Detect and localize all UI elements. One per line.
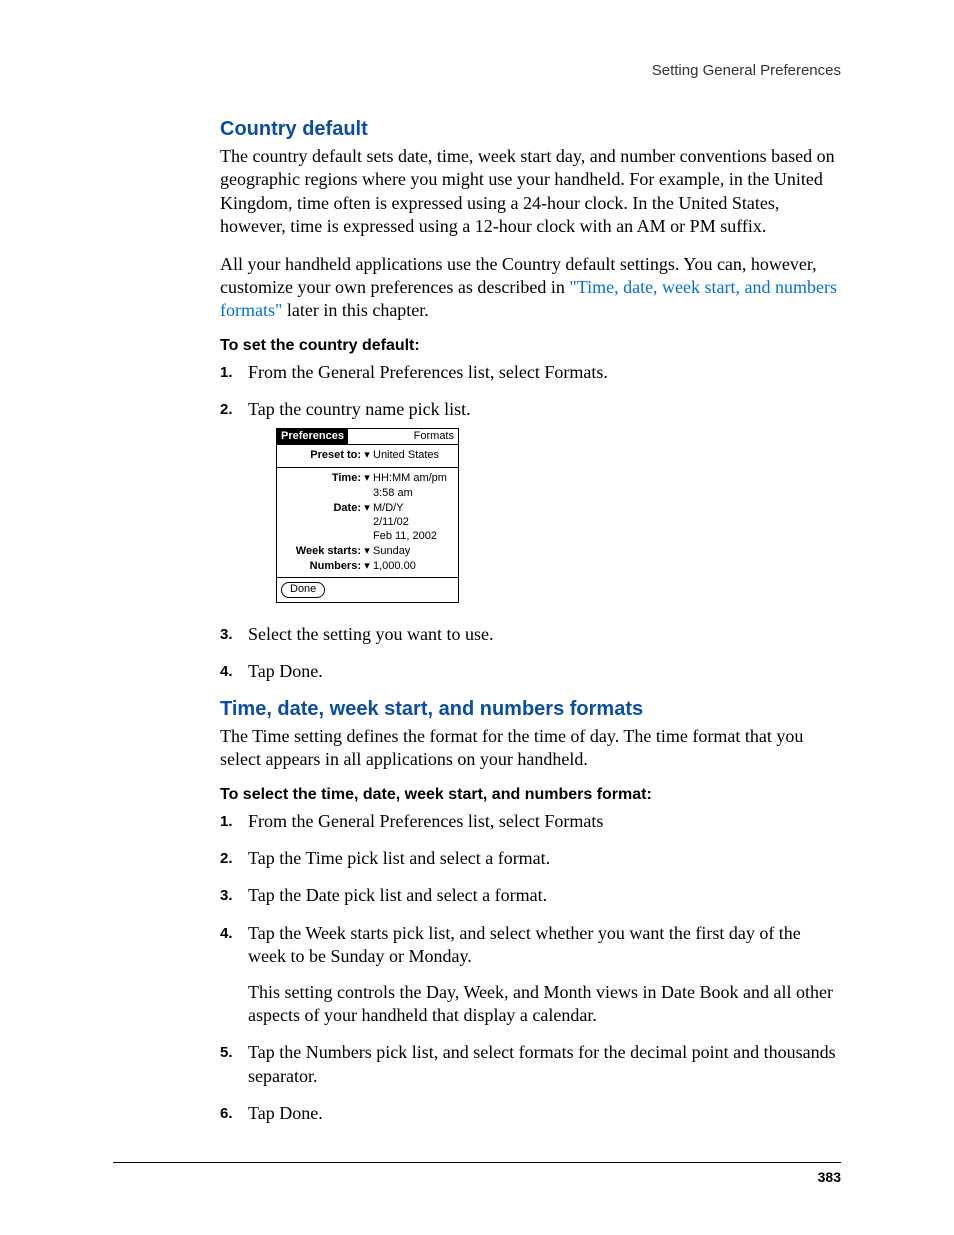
palm-screenshot: Preferences Formats Preset to: ▾ United … (276, 428, 459, 604)
palm-corner-label: Formats (410, 429, 458, 445)
step-number: 1. (220, 363, 233, 383)
body-text-fragment: later in this chapter. (282, 300, 428, 320)
palm-title-text: Preferences (277, 429, 348, 445)
content: Country default The country default sets… (220, 118, 841, 1125)
step-text: Select the setting you want to use. (248, 624, 493, 644)
numbers-value: 1,000.00 (373, 560, 454, 574)
step-item: 4. Tap Done. (220, 660, 841, 683)
page-number: 383 (818, 1169, 841, 1185)
step-text: Tap Done. (248, 661, 323, 681)
step-number: 4. (220, 662, 233, 682)
step-number: 2. (220, 849, 233, 869)
procedure-steps: 1. From the General Preferences list, se… (220, 361, 841, 684)
time-sample: 3:58 am (373, 487, 454, 501)
body-text: The Time setting defines the format for … (220, 725, 841, 772)
preset-value: United States (373, 449, 454, 463)
step-item: 3. Select the setting you want to use. (220, 623, 841, 646)
step-number: 1. (220, 812, 233, 832)
heading-country-default: Country default (220, 118, 841, 141)
running-header: Setting General Preferences (652, 62, 841, 79)
heading-formats: Time, date, week start, and numbers form… (220, 698, 841, 721)
palm-footer: Done (277, 578, 458, 602)
step-item: 6. Tap Done. (220, 1102, 841, 1125)
body-text: The country default sets date, time, wee… (220, 145, 841, 239)
step-item: 5. Tap the Numbers pick list, and select… (220, 1041, 841, 1088)
procedure-steps: 1. From the General Preferences list, se… (220, 810, 841, 1126)
palm-body-top: Preset to: ▾ United States (277, 444, 458, 467)
step-number: 4. (220, 924, 233, 944)
step-number: 3. (220, 625, 233, 645)
step-subtext: This setting controls the Day, Week, and… (248, 981, 841, 1028)
weekstarts-value: Sunday (373, 545, 454, 559)
done-button: Done (281, 582, 325, 598)
step-item: 1. From the General Preferences list, se… (220, 361, 841, 384)
date-value: M/D/Y (373, 502, 454, 516)
step-text: Tap the Time pick list and select a form… (248, 848, 550, 868)
palm-titlebar: Preferences Formats (277, 429, 458, 445)
step-text: Tap the Date pick list and select a form… (248, 885, 547, 905)
step-item: 2. Tap the country name pick list. Prefe… (220, 398, 841, 603)
date-label: Date: (281, 502, 361, 516)
step-text: Tap the country name pick list. (248, 399, 471, 419)
step-item: 4. Tap the Week starts pick list, and se… (220, 922, 841, 1028)
step-number: 6. (220, 1104, 233, 1124)
step-text: From the General Preferences list, selec… (248, 362, 608, 382)
step-number: 3. (220, 886, 233, 906)
dropdown-arrow-icon: ▾ (361, 472, 373, 486)
procedure-title: To select the time, date, week start, an… (220, 786, 841, 804)
step-item: 3. Tap the Date pick list and select a f… (220, 884, 841, 907)
step-text: From the General Preferences list, selec… (248, 811, 603, 831)
page: Setting General Preferences Country defa… (0, 0, 954, 1235)
step-item: 2. Tap the Time pick list and select a f… (220, 847, 841, 870)
date-sample-long: Feb 11, 2002 (373, 530, 454, 544)
date-sample-short: 2/11/02 (373, 516, 454, 530)
body-text: All your handheld applications use the C… (220, 253, 841, 323)
time-value: HH:MM am/pm (373, 472, 454, 486)
dropdown-arrow-icon: ▾ (361, 449, 373, 463)
preset-label: Preset to: (281, 449, 361, 463)
palm-body-main: Time: ▾ HH:MM am/pm 3:58 am Date: ▾ M/D/… (277, 467, 458, 578)
time-label: Time: (281, 472, 361, 486)
dropdown-arrow-icon: ▾ (361, 502, 373, 516)
weekstarts-label: Week starts: (281, 545, 361, 559)
procedure-title: To set the country default: (220, 337, 841, 355)
step-item: 1. From the General Preferences list, se… (220, 810, 841, 833)
dropdown-arrow-icon: ▾ (361, 560, 373, 574)
footer-rule (113, 1162, 841, 1163)
numbers-label: Numbers: (281, 560, 361, 574)
step-text: Tap the Week starts pick list, and selec… (248, 923, 801, 966)
step-number: 5. (220, 1043, 233, 1063)
step-text: Tap Done. (248, 1103, 323, 1123)
step-text: Tap the Numbers pick list, and select fo… (248, 1042, 836, 1085)
dropdown-arrow-icon: ▾ (361, 545, 373, 559)
step-number: 2. (220, 400, 233, 420)
